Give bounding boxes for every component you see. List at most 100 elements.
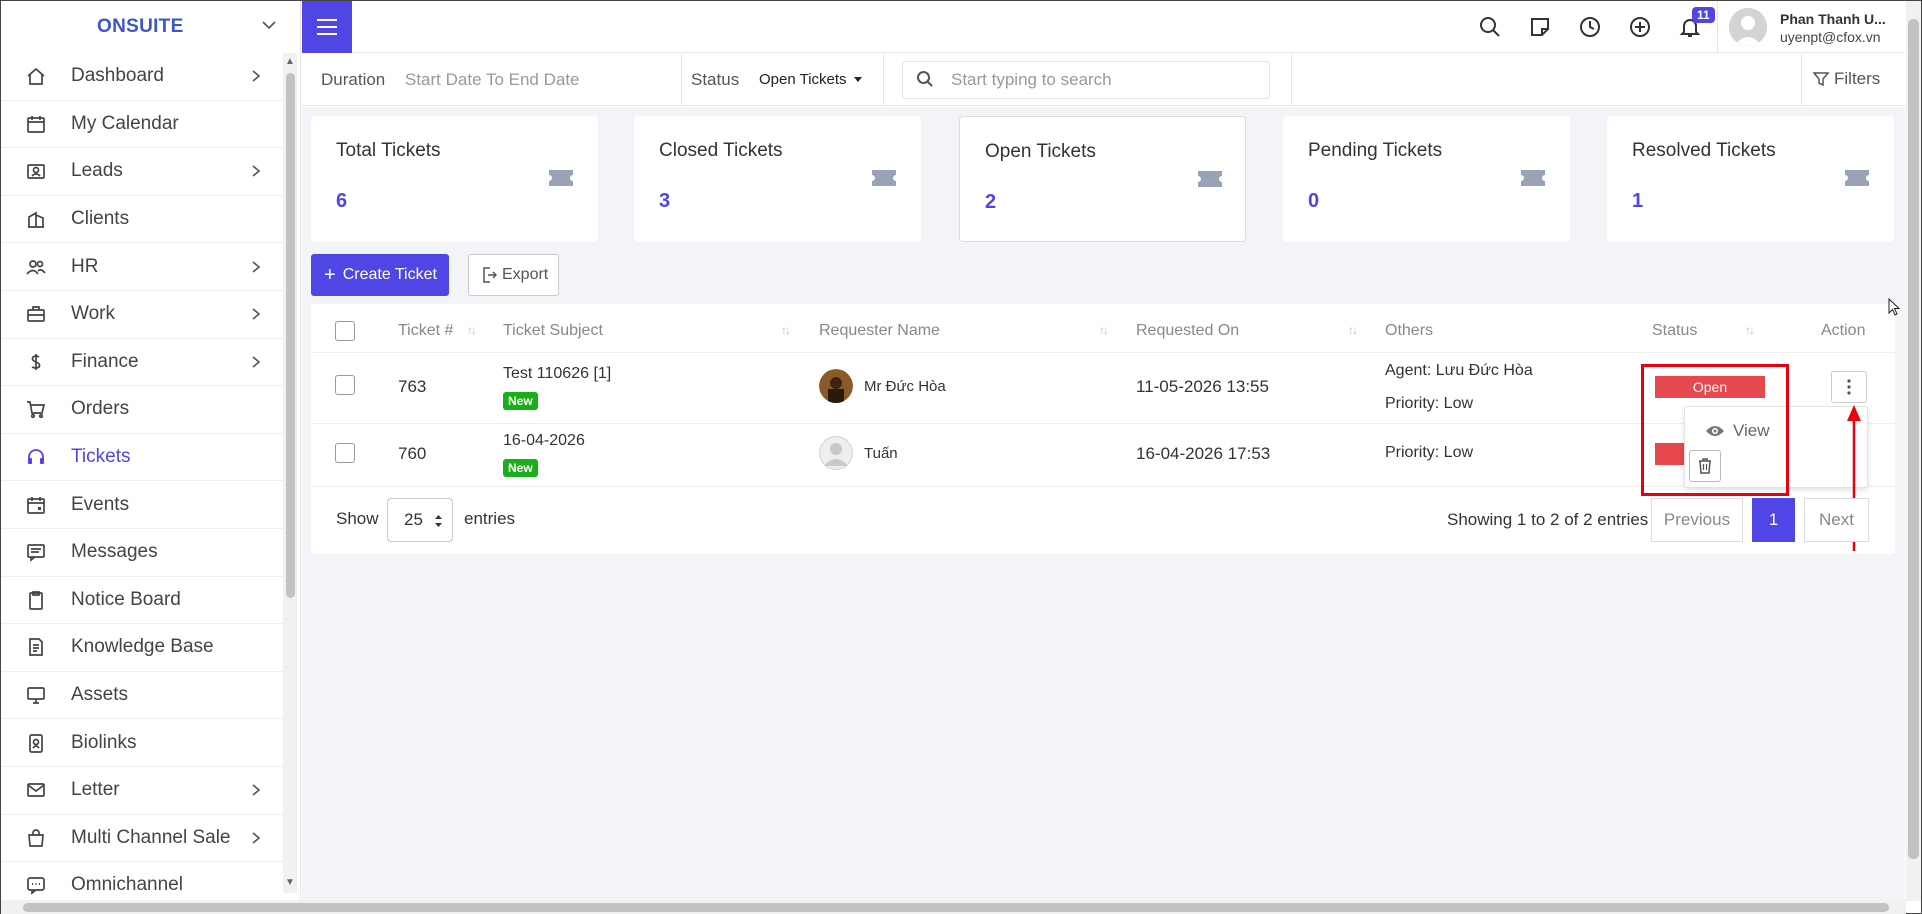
ticket-id[interactable]: 760 (398, 444, 426, 464)
ticket-subject[interactable]: Test 110626 [1] (503, 365, 611, 383)
calendar-event-icon (27, 496, 45, 514)
chevron-right-icon (252, 261, 261, 273)
ticket-icon (549, 170, 573, 186)
filter-icon (1813, 72, 1829, 87)
sort-arrows-icon (435, 515, 442, 527)
sidebar-item-hr[interactable]: HR (1, 243, 283, 291)
date-range-input[interactable]: Start Date To End Date (405, 70, 580, 90)
sidebar-item-my-calendar[interactable]: My Calendar (1, 101, 283, 149)
sidebar-item-work[interactable]: Work (1, 291, 283, 339)
divider (681, 54, 682, 106)
column-header[interactable]: Requester Name (819, 322, 940, 340)
stat-card-total-tickets[interactable]: Total Tickets 6 (311, 116, 598, 242)
divider (1717, 1, 1718, 53)
ticket-subject[interactable]: 16-04-2026 (503, 432, 585, 450)
column-header[interactable]: Status (1652, 322, 1697, 340)
create-ticket-button[interactable]: + Create Ticket (311, 254, 449, 296)
search-placeholder[interactable]: Start typing to search (951, 70, 1112, 90)
chevron-down-icon[interactable] (261, 17, 277, 33)
sidebar-item-assets[interactable]: Assets (1, 672, 283, 720)
status-select[interactable]: Open Tickets (759, 71, 847, 88)
scroll-down-icon[interactable]: ▼ (285, 877, 295, 888)
sort-icon[interactable]: ↑↓ (1099, 323, 1109, 337)
scroll-up-icon[interactable]: ▲ (285, 56, 295, 67)
row-action-button[interactable] (1831, 371, 1867, 403)
ticket-icon (1521, 170, 1545, 186)
horizontal-scrollbar-thumb[interactable] (23, 903, 1889, 912)
sidebar-item-clients[interactable]: Clients (1, 196, 283, 244)
stat-card-value: 0 (1308, 190, 1320, 212)
stat-card-closed-tickets[interactable]: Closed Tickets 3 (634, 116, 921, 242)
search-icon[interactable] (1479, 16, 1501, 38)
add-circle-icon[interactable] (1629, 16, 1651, 38)
sidebar-item-multi-channel-sale[interactable]: Multi Channel Sale (1, 815, 283, 863)
sidebar-item-messages[interactable]: Messages (1, 529, 283, 577)
stat-card-title: Pending Tickets (1308, 140, 1443, 161)
headset-icon (28, 449, 44, 465)
plus-icon: + (324, 264, 336, 286)
sidebar-item-label: Leads (71, 160, 123, 182)
sidebar-item-leads[interactable]: Leads (1, 148, 283, 196)
caret-down-icon[interactable] (854, 77, 862, 82)
new-badge: New (503, 392, 538, 410)
sort-icon[interactable]: ↑↓ (1348, 323, 1358, 337)
kebab-menu-icon (1847, 379, 1851, 395)
sort-icon[interactable]: ↑↓ (467, 323, 477, 337)
stat-card-pending-tickets[interactable]: Pending Tickets 0 (1283, 116, 1570, 242)
stat-card-title: Open Tickets (985, 141, 1096, 162)
page-size-select[interactable]: 25 (387, 498, 453, 542)
sidebar-item-letter[interactable]: Letter (1, 767, 283, 815)
stat-card-value: 3 (659, 190, 671, 212)
sidebar-scrollbar-thumb[interactable] (286, 73, 295, 598)
user-avatar[interactable] (1729, 8, 1767, 46)
clock-icon[interactable] (1579, 16, 1601, 38)
requester-avatar (819, 369, 853, 403)
row-checkbox[interactable] (335, 443, 355, 463)
column-header[interactable]: Ticket Subject (503, 322, 603, 340)
column-header[interactable]: Requested On (1136, 322, 1239, 340)
envelope-icon (27, 783, 45, 798)
sidebar-item-finance[interactable]: Finance (1, 339, 283, 387)
stat-card-value: 6 (336, 190, 348, 212)
select-all-checkbox[interactable] (335, 321, 355, 341)
stat-card-resolved-tickets[interactable]: Resolved Tickets 1 (1607, 116, 1894, 242)
sidebar-item-tickets[interactable]: Tickets (1, 434, 283, 482)
sidebar-item-knowledge-base[interactable]: Knowledge Base (1, 624, 283, 672)
user-name[interactable]: Phan Thanh U... (1780, 11, 1886, 27)
sticky-note-icon[interactable] (1529, 16, 1551, 38)
requester-name: Tuấn (864, 445, 898, 462)
brand-logo[interactable]: ONSUITE (1, 1, 300, 53)
duration-label: Duration (321, 70, 386, 89)
showing-info: Showing 1 to 2 of 2 entries (1447, 510, 1649, 529)
divider (311, 352, 1895, 353)
stat-card-open-tickets[interactable]: Open Tickets 2 (959, 116, 1246, 242)
column-header[interactable]: Ticket # (398, 322, 453, 340)
requested-on: 11-05-2026 13:55 (1136, 377, 1269, 396)
ticket-icon (1845, 170, 1869, 186)
menu-toggle-button[interactable] (302, 1, 352, 53)
sidebar-item-biolinks[interactable]: Biolinks (1, 719, 283, 767)
sidebar-item-events[interactable]: Events (1, 481, 283, 529)
ticket-id[interactable]: 763 (398, 377, 426, 397)
previous-page-button[interactable]: Previous (1651, 498, 1743, 542)
page-1-button[interactable]: 1 (1752, 498, 1795, 542)
divider (1801, 54, 1802, 106)
filters-label: Filters (1834, 69, 1881, 88)
page-scrollbar-thumb[interactable] (1908, 19, 1919, 859)
user-email: uyenpt@cfox.vn (1780, 29, 1881, 45)
stat-card-title: Resolved Tickets (1632, 140, 1776, 161)
sort-icon[interactable]: ↑↓ (1745, 323, 1755, 337)
requester-avatar (819, 436, 853, 470)
sidebar-item-dashboard[interactable]: Dashboard (1, 53, 283, 101)
sidebar-item-label: Clients (71, 208, 130, 230)
sidebar-item-label: Orders (71, 398, 130, 420)
stat-card-value: 2 (985, 191, 997, 213)
sidebar-item-notice-board[interactable]: Notice Board (1, 577, 283, 625)
stat-card-value: 1 (1632, 190, 1644, 212)
row-checkbox[interactable] (335, 375, 355, 395)
sort-icon[interactable]: ↑↓ (781, 323, 791, 337)
next-page-button[interactable]: Next (1804, 498, 1869, 542)
export-button[interactable]: Export (468, 254, 559, 296)
sidebar-item-orders[interactable]: Orders (1, 386, 283, 434)
filters-button[interactable]: Filters (1813, 69, 1880, 89)
